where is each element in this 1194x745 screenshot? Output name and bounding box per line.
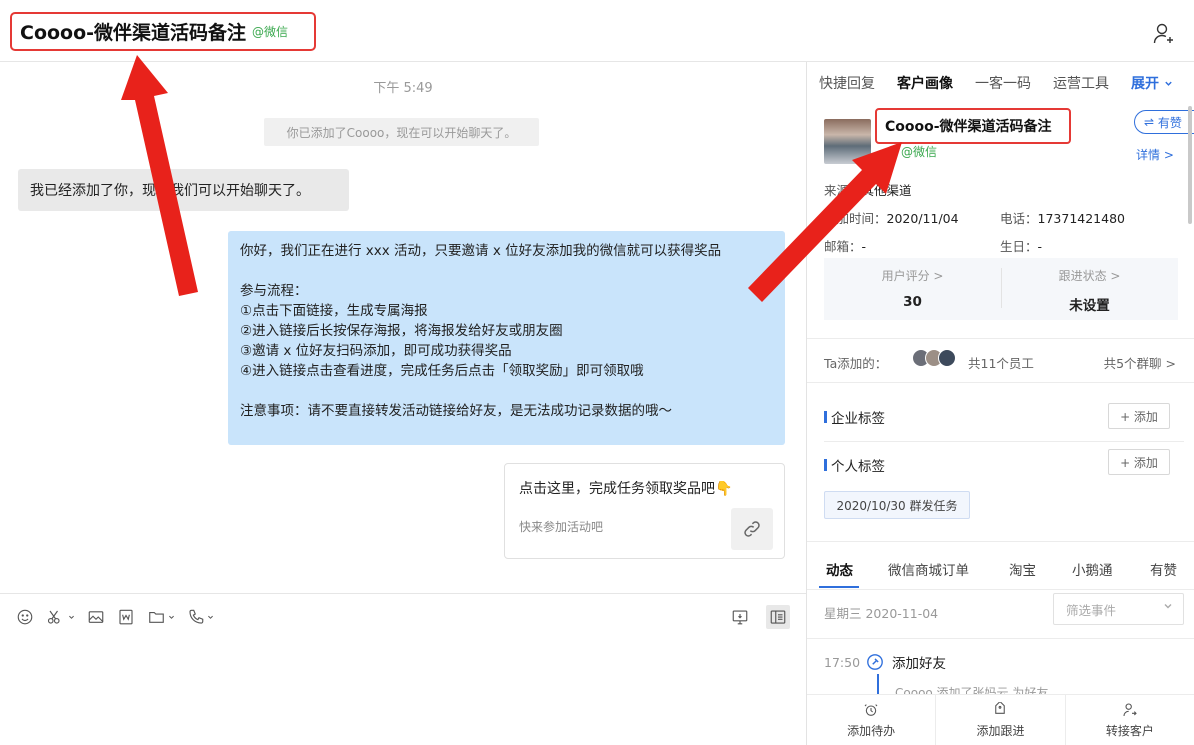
customer-panel: 快捷回复 客户画像 一客一码 运营工具 展开 Coooo-微伴渠道活码备注 @微… bbox=[807, 62, 1194, 745]
customer-avatar[interactable] bbox=[824, 119, 871, 164]
chat-toolbar bbox=[16, 605, 214, 629]
event-description: Coooo 添加了张妈云 为好友 bbox=[895, 686, 1049, 694]
flow-step-4: ④进入链接点击查看进度，完成任务后点击「领取奖励」即可领取哦 bbox=[240, 363, 644, 379]
transfer-user-icon bbox=[1123, 702, 1137, 716]
tab-customer-profile[interactable]: 客户画像 bbox=[897, 73, 953, 93]
event-title: 添加好友 bbox=[892, 656, 947, 672]
tag-icon bbox=[995, 701, 1006, 714]
image-icon[interactable] bbox=[87, 608, 105, 626]
customer-name: Coooo-微伴渠道活码备注 bbox=[885, 119, 1052, 135]
message-note: 注意事项：请不要直接转发活动链接给好友，是无法成功记录数据的哦～ bbox=[240, 403, 672, 419]
add-personal-tag-button[interactable]: + 添加 bbox=[1108, 449, 1170, 475]
pin-icon bbox=[867, 654, 883, 670]
transfer-customer-button[interactable]: 转接客户 bbox=[1066, 695, 1194, 745]
tab-activity[interactable]: 动态 bbox=[826, 559, 853, 579]
alarm-icon bbox=[864, 703, 878, 716]
link-card-title: 点击这里，完成任务领取奖品吧👇 bbox=[519, 481, 733, 497]
emoji-icon[interactable] bbox=[16, 608, 34, 626]
tab-xiaoetong[interactable]: 小鹅通 bbox=[1072, 559, 1113, 579]
incoming-message[interactable]: 我已经添加了你，现在我们可以开始聊天了。 bbox=[18, 169, 349, 211]
flow-step-3: ③邀请 x 位好友扫码添加，即可成功获得奖品 bbox=[240, 343, 512, 359]
event-item[interactable]: 17:50 添加好友 bbox=[824, 652, 946, 672]
activity-date: 星期三 2020-11-04 bbox=[824, 606, 939, 621]
scissors-icon[interactable] bbox=[46, 608, 75, 626]
message-intro: 你好，我们正在进行 xxx 活动，只要邀请 x 位好友添加我的微信就可以获得奖品 bbox=[240, 243, 722, 259]
phone-icon[interactable] bbox=[187, 608, 214, 626]
group-count[interactable]: 共5个群聊 > bbox=[1104, 353, 1176, 372]
expand-button[interactable]: 展开 bbox=[1131, 73, 1173, 93]
chevron-down-icon bbox=[1165, 81, 1172, 86]
add-enterprise-tag-button[interactable]: + 添加 bbox=[1108, 403, 1170, 429]
youzan-button[interactable]: ⇌ 有赞 bbox=[1134, 110, 1194, 134]
chat-title: Coooo-微伴渠道活码备注 bbox=[20, 22, 247, 44]
personal-tags-title: 个人标签 bbox=[824, 455, 885, 475]
chat-area: 下午 5:49 你已添加了Coooo，现在可以开始聊天了。 我已经添加了你，现在… bbox=[0, 63, 806, 745]
employee-count[interactable]: 共11个员工 bbox=[968, 353, 1034, 372]
incoming-message-text: 我已经添加了你，现在我们可以开始聊天了。 bbox=[30, 183, 310, 199]
word-icon[interactable] bbox=[117, 608, 135, 626]
link-icon bbox=[731, 508, 773, 550]
event-time: 17:50 bbox=[824, 654, 861, 670]
tab-quick-reply[interactable]: 快捷回复 bbox=[819, 73, 875, 93]
email-info: 邮箱：- bbox=[824, 239, 867, 254]
system-message: 你已添加了Coooo，现在可以开始聊天了。 bbox=[264, 118, 539, 146]
swap-icon: ⇌ bbox=[1144, 115, 1158, 129]
phone-info: 电话：17371421480 bbox=[1000, 211, 1125, 226]
outgoing-message[interactable]: 你好，我们正在进行 xxx 活动，只要邀请 x 位好友添加我的微信就可以获得奖品… bbox=[228, 231, 785, 445]
event-filter-select[interactable]: 筛选事件 bbox=[1053, 593, 1184, 625]
chat-title-highlight: Coooo-微伴渠道活码备注 @微信 bbox=[10, 12, 316, 51]
add-todo-button[interactable]: 添加待办 bbox=[807, 695, 937, 745]
add-member-icon[interactable] bbox=[1152, 22, 1176, 46]
folder-icon[interactable] bbox=[147, 608, 175, 626]
customer-name-highlight: Coooo-微伴渠道活码备注 bbox=[875, 108, 1071, 144]
bottom-action-bar: 添加待办 添加跟进 转接客户 bbox=[807, 694, 1194, 745]
follow-status[interactable]: 跟进状态 > 未设置 bbox=[1001, 258, 1178, 320]
chat-app: Coooo-微伴渠道活码备注 @微信 下午 5:49 你已添加了Coooo，现在… bbox=[0, 0, 1194, 745]
tab-youzan[interactable]: 有赞 bbox=[1150, 559, 1177, 579]
user-score[interactable]: 用户评分 > 30 bbox=[824, 258, 1001, 320]
panel-tabs: 快捷回复 客户画像 一客一码 运营工具 展开 bbox=[819, 73, 1173, 93]
link-card[interactable]: 点击这里，完成任务领取奖品吧👇 快来参加活动吧 bbox=[504, 463, 785, 559]
sidebar-toggle-icon[interactable] bbox=[766, 605, 790, 629]
added-by-label: Ta添加的： bbox=[824, 356, 888, 371]
added-by-row: Ta添加的： 共11个员工 共5个群聊 > bbox=[824, 349, 1184, 373]
source-info: 来源：其他渠道 bbox=[824, 183, 912, 198]
chat-header: Coooo-微伴渠道活码备注 @微信 bbox=[0, 0, 1194, 62]
platform-tag: @微信 bbox=[252, 25, 289, 39]
tab-wechat-orders[interactable]: 微信商城订单 bbox=[888, 559, 969, 579]
tab-taobao[interactable]: 淘宝 bbox=[1009, 559, 1036, 579]
screen-share-icon[interactable] bbox=[728, 605, 752, 629]
flow-step-1: ①点击下面链接，生成专属海报 bbox=[240, 303, 428, 319]
link-card-description: 快来参加活动吧 bbox=[519, 520, 604, 534]
tag-chip[interactable]: 2020/10/30 群发任务 bbox=[824, 491, 970, 519]
customer-platform: @微信 bbox=[901, 145, 938, 159]
stats-box: 用户评分 > 30 跟进状态 > 未设置 bbox=[824, 258, 1178, 320]
added-time-info: 添加时间：2020/11/04 bbox=[824, 211, 959, 226]
customer-profile: Coooo-微伴渠道活码备注 @微信 ⇌ 有赞 详情 > 来源：其他渠道 添加时… bbox=[807, 102, 1194, 338]
tab-operation-tools[interactable]: 运营工具 bbox=[1053, 73, 1109, 93]
flow-title: 参与流程： bbox=[240, 283, 308, 299]
detail-link[interactable]: 详情 > bbox=[1136, 146, 1174, 163]
panel-scrollbar[interactable] bbox=[1188, 106, 1192, 224]
enterprise-tags-title: 企业标签 bbox=[824, 407, 885, 427]
add-follow-up-button[interactable]: 添加跟进 bbox=[936, 695, 1066, 745]
pointing-down-icon: 👇 bbox=[715, 481, 733, 497]
flow-step-2: ②进入链接后长按保存海报，将海报发给好友或朋友圈 bbox=[240, 323, 563, 339]
birthday-info: 生日：- bbox=[1000, 239, 1043, 254]
employee-avatars[interactable] bbox=[912, 349, 956, 367]
chevron-down-icon bbox=[1164, 604, 1172, 609]
activity-tabs: 动态 微信商城订单 淘宝 小鹅通 有赞 bbox=[824, 559, 1189, 589]
tab-one-customer-one-code[interactable]: 一客一码 bbox=[975, 73, 1031, 93]
message-timestamp: 下午 5:49 bbox=[373, 81, 433, 96]
